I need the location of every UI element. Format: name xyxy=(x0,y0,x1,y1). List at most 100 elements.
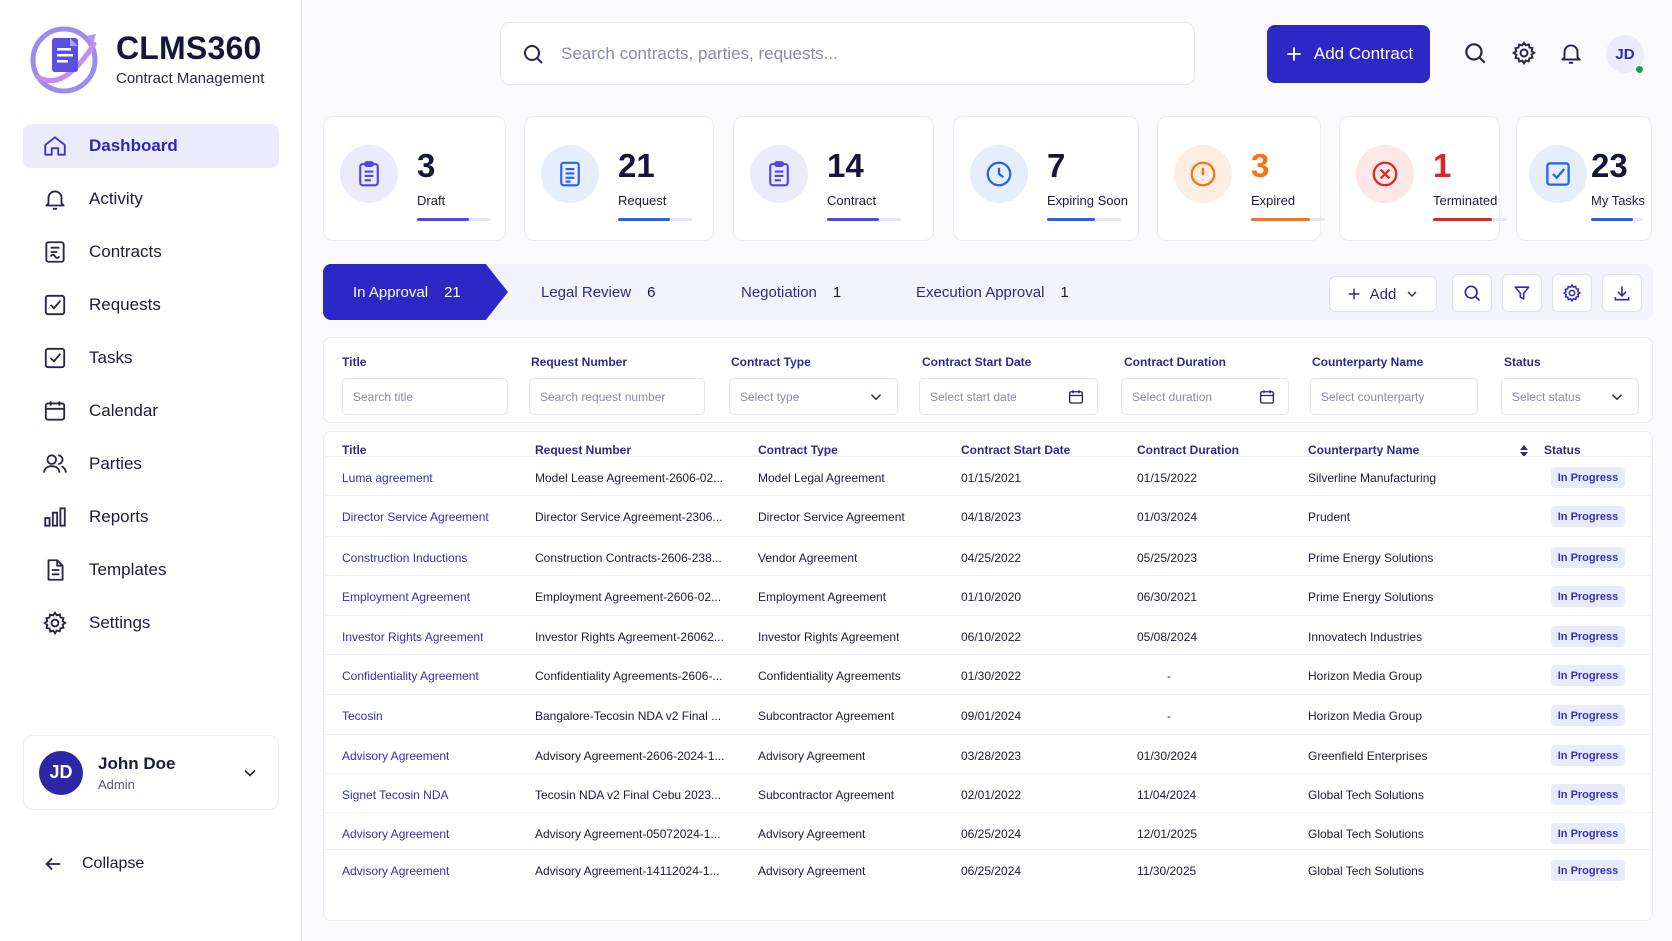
contract-title-link[interactable]: Confidentiality Agreement xyxy=(342,669,479,683)
app-name: CLMS360 xyxy=(116,29,262,66)
app-logo[interactable]: CLMS360 Contract Management xyxy=(28,22,264,96)
cell-counterparty: Global Tech Solutions xyxy=(1308,864,1424,878)
cell-contract-type: Advisory Agreement xyxy=(758,864,866,878)
add-contract-button[interactable]: Add Contract xyxy=(1267,25,1430,83)
contract-title-link[interactable]: Advisory Agreement xyxy=(342,749,449,763)
download-button[interactable] xyxy=(1602,274,1642,312)
contract-title-link[interactable]: Luma agreement xyxy=(342,471,433,485)
stat-card-terminated[interactable]: 1 Terminated xyxy=(1339,116,1507,241)
title-filter-input[interactable] xyxy=(353,389,507,404)
cell-start-date: 06/25/2024 xyxy=(961,864,1022,878)
cell-counterparty: Global Tech Solutions xyxy=(1308,788,1424,802)
sidebar: CLMS360 Contract Management Dashboard Ac… xyxy=(0,0,302,941)
request-number-filter xyxy=(529,378,705,415)
tab-execution-approval[interactable]: Execution Approval 1 xyxy=(916,264,1069,320)
cell-counterparty: Prime Energy Solutions xyxy=(1308,590,1434,604)
stat-card-expired[interactable]: 3 Expired xyxy=(1157,116,1325,241)
sidebar-item-label: Reports xyxy=(89,507,149,526)
column-header-contract-type[interactable]: Contract Type xyxy=(758,443,838,457)
sidebar-item-tasks[interactable]: Tasks xyxy=(23,336,279,380)
gear-icon[interactable] xyxy=(1511,40,1537,66)
table-row[interactable]: Investor Rights Agreement Investor Rights… xyxy=(324,615,1654,657)
table-row[interactable]: Advisory Agreement Advisory Agreement-141… xyxy=(324,849,1654,891)
column-header-start-date[interactable]: Contract Start Date xyxy=(961,443,1070,457)
column-header-status[interactable]: Status xyxy=(1544,443,1581,457)
tab-negotiation[interactable]: Negotiation 1 xyxy=(741,264,841,320)
cell-duration: 01/30/2024 xyxy=(1137,749,1198,763)
stat-label: Contract xyxy=(827,193,877,208)
stat-card-my-tasks[interactable]: 23 My Tasks xyxy=(1516,116,1652,241)
contract-type-select[interactable]: Select type xyxy=(729,378,898,415)
table-search-button[interactable] xyxy=(1452,274,1492,312)
duration-picker[interactable]: Select duration xyxy=(1121,378,1289,415)
contract-title-link[interactable]: Signet Tecosin NDA xyxy=(342,788,449,802)
sidebar-item-calendar[interactable]: Calendar xyxy=(23,389,279,433)
contract-title-link[interactable]: Construction Inductions xyxy=(342,551,467,565)
search-icon[interactable] xyxy=(1462,40,1488,66)
cell-start-date: 06/10/2022 xyxy=(961,630,1022,644)
contract-title-link[interactable]: Tecosin xyxy=(342,709,383,723)
contract-title-link[interactable]: Director Service Agreement xyxy=(342,510,489,524)
search-icon xyxy=(524,44,543,64)
table-row[interactable]: Director Service Agreement Director Servi… xyxy=(324,495,1654,537)
table-row[interactable]: Signet Tecosin NDA Tecosin NDA v2 Final C… xyxy=(324,773,1654,815)
tab-legal-review[interactable]: Legal Review 6 xyxy=(541,264,655,320)
column-header-duration[interactable]: Contract Duration xyxy=(1137,443,1239,457)
cell-request-number: Advisory Agreement-2606-2024-1... xyxy=(535,749,725,763)
tab-in-approval[interactable]: In Approval 21 xyxy=(323,264,508,320)
stat-card-contract[interactable]: 14 Contract xyxy=(733,116,934,241)
contract-title-link[interactable]: Employment Agreement xyxy=(342,590,470,604)
contracts-table: Title Request Number Contract Type Contr… xyxy=(323,431,1654,921)
contract-title-link[interactable]: Investor Rights Agreement xyxy=(342,630,483,644)
cell-duration: 11/04/2024 xyxy=(1137,788,1197,802)
sidebar-nav: Dashboard Activity Contracts Requests Ta… xyxy=(23,124,279,654)
sidebar-item-activity[interactable]: Activity xyxy=(23,177,279,221)
column-header-title[interactable]: Title xyxy=(342,443,366,457)
request-number-filter-input[interactable] xyxy=(540,389,704,404)
sidebar-item-requests[interactable]: Requests xyxy=(23,283,279,327)
search-input[interactable] xyxy=(561,43,1161,64)
sidebar-item-dashboard[interactable]: Dashboard xyxy=(23,124,279,168)
stat-progress-fill xyxy=(1251,218,1311,221)
sidebar-item-reports[interactable]: Reports xyxy=(23,495,279,539)
sidebar-item-contracts[interactable]: Contracts xyxy=(23,230,279,274)
bell-icon[interactable] xyxy=(1558,40,1584,66)
stat-card-request[interactable]: 21 Request xyxy=(524,116,714,241)
cell-start-date: 01/30/2022 xyxy=(961,669,1022,683)
table-row[interactable]: Advisory Agreement Advisory Agreement-260… xyxy=(324,734,1654,776)
sidebar-item-label: Dashboard xyxy=(89,136,178,155)
counterparty-select[interactable]: Select counterparty xyxy=(1310,378,1478,415)
table-row[interactable]: Construction Inductions Construction Cont… xyxy=(324,536,1654,578)
table-row[interactable]: Confidentiality Agreement Confidentiality… xyxy=(324,654,1654,696)
status-badge: In Progress xyxy=(1551,705,1625,726)
add-contract-label: Add Contract xyxy=(1313,44,1414,63)
download-icon xyxy=(1614,286,1630,301)
table-settings-button[interactable] xyxy=(1552,274,1592,312)
cell-duration: 11/30/2025 xyxy=(1137,864,1197,878)
status-select[interactable]: Select status xyxy=(1501,378,1639,415)
cell-start-date: 01/10/2020 xyxy=(961,590,1022,604)
status-badge: In Progress xyxy=(1551,823,1625,844)
sidebar-item-settings[interactable]: Settings xyxy=(23,601,279,645)
column-header-counterparty[interactable]: Counterparty Name xyxy=(1308,443,1419,457)
table-row[interactable]: Employment Agreement Employment Agreement… xyxy=(324,575,1654,617)
table-row[interactable]: Luma agreement Model Lease Agreement-2606… xyxy=(324,456,1654,498)
logo-icon xyxy=(30,26,98,94)
global-search xyxy=(500,22,1195,85)
user-menu[interactable]: JD John Doe Admin xyxy=(23,735,279,810)
contract-title-link[interactable]: Advisory Agreement xyxy=(342,827,449,841)
column-header-request-number[interactable]: Request Number xyxy=(535,443,631,457)
stat-card-expiring-soon[interactable]: 7 Expiring Soon xyxy=(953,116,1139,241)
sidebar-item-parties[interactable]: Parties xyxy=(23,442,279,486)
collapse-button[interactable]: Collapse xyxy=(42,853,144,875)
sidebar-item-templates[interactable]: Templates xyxy=(23,548,279,592)
add-dropdown-button[interactable]: Add xyxy=(1329,276,1437,312)
table-row[interactable]: Tecosin Bangalore-Tecosin NDA v2 Final ..… xyxy=(324,694,1654,736)
contract-title-link[interactable]: Advisory Agreement xyxy=(342,864,449,878)
cell-contract-type: Confidentiality Agreements xyxy=(758,669,901,683)
table-row[interactable]: Advisory Agreement Advisory Agreement-050… xyxy=(324,812,1654,854)
filter-button[interactable] xyxy=(1502,274,1542,312)
document-list-icon xyxy=(560,161,580,187)
start-date-picker[interactable]: Select start date xyxy=(919,378,1098,415)
stat-card-draft[interactable]: 3 Draft xyxy=(323,116,506,241)
